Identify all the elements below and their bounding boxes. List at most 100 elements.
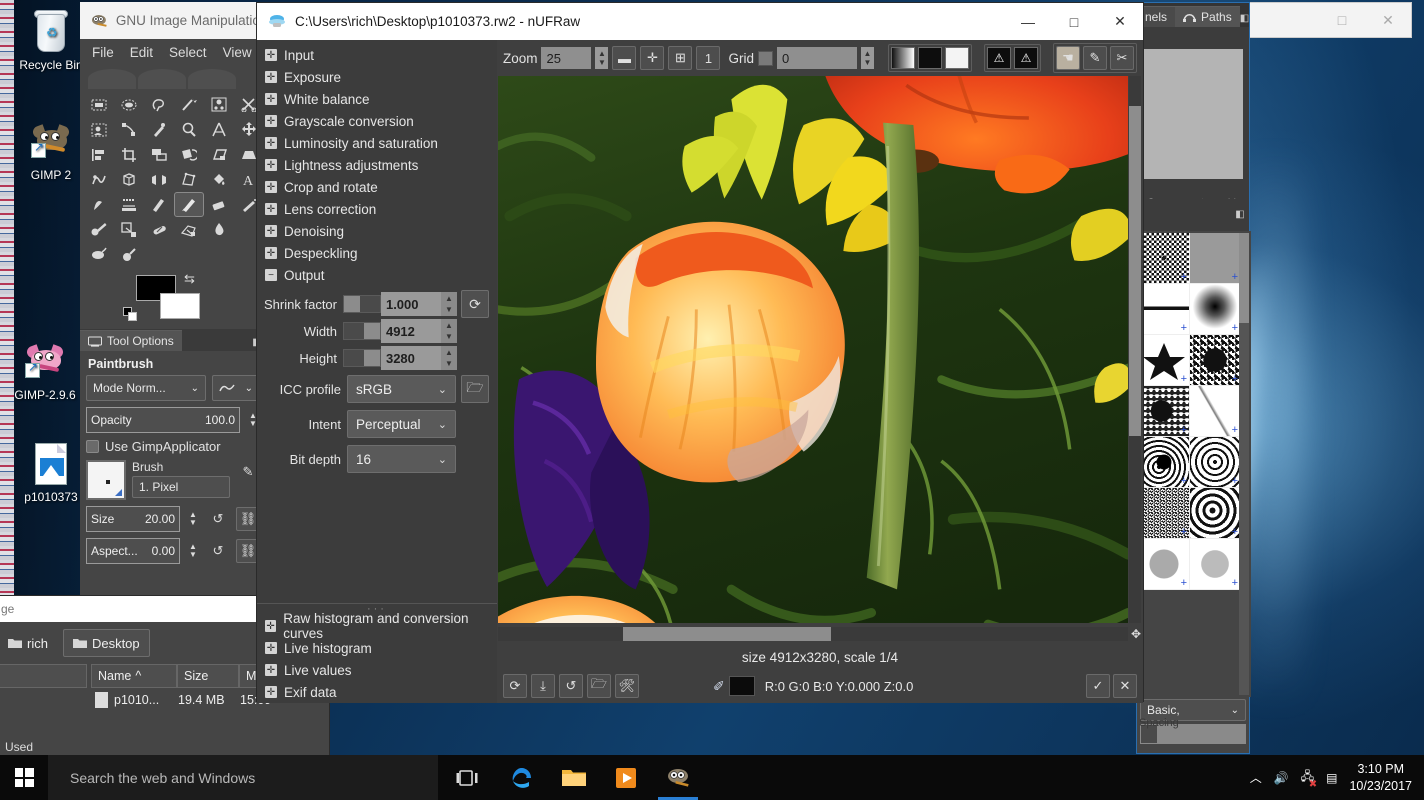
breadcrumb-desktop[interactable]: Desktop [62, 629, 150, 657]
preview-resize-handle[interactable]: ✥ [1129, 627, 1143, 641]
unified-transform-icon[interactable] [144, 142, 174, 167]
zoom-out-button[interactable]: ▬ [612, 46, 637, 70]
aspect-stepper[interactable]: ▲ ▼ [186, 543, 200, 559]
eraser-icon[interactable] [204, 192, 234, 217]
width-slider[interactable] [343, 322, 381, 340]
opacity-field[interactable]: Opacity 100.0 [86, 407, 240, 433]
brush-cell[interactable]: + [1190, 386, 1241, 437]
minimize-button[interactable]: — [1005, 3, 1051, 40]
free-select-icon[interactable] [144, 92, 174, 117]
3d-transform-icon[interactable] [114, 167, 144, 192]
brush-dynamics-select[interactable]: ⌄ [212, 375, 260, 401]
grid-checkbox[interactable] [758, 50, 773, 66]
brush-grid[interactable]: + + + + + + + + + + + + + + [1139, 233, 1241, 590]
reset-aspect-icon[interactable]: ↺ [206, 539, 230, 563]
zoom-stepper[interactable]: ▲ ▼ [595, 47, 609, 69]
column-size[interactable]: Size [177, 664, 239, 688]
action-center-icon[interactable]: ▤ [1326, 771, 1337, 785]
page-lightness-adjustments[interactable]: ✛ Lightness adjustments [261, 154, 497, 176]
background-color-swatch[interactable] [160, 293, 200, 319]
brush-cell[interactable]: + [1139, 386, 1190, 437]
brush-cell[interactable]: + [1139, 437, 1190, 488]
overexposure-warning-icon[interactable]: ⚠ [1014, 47, 1038, 69]
width-value[interactable]: 4912 [380, 319, 441, 343]
select-by-color-icon[interactable] [204, 92, 234, 117]
brush-cell[interactable]: + [1190, 335, 1241, 386]
page-luminosity-saturation[interactable]: ✛ Luminosity and saturation [261, 132, 497, 154]
brush-cell[interactable]: + [1139, 488, 1190, 539]
size-field[interactable]: Size 20.00 [86, 506, 180, 532]
icc-profile-select[interactable]: sRGB ⌄ [347, 375, 456, 403]
mypaint-brush-icon[interactable] [84, 217, 114, 242]
grid-stepper[interactable]: ▲ ▼ [861, 47, 874, 69]
brush-preview[interactable] [86, 460, 126, 500]
intent-select[interactable]: Perceptual ⌄ [347, 410, 456, 438]
bit-depth-select[interactable]: 16 ⌄ [347, 445, 456, 473]
dock-collapse-button[interactable]: ◧ [1231, 205, 1249, 223]
reset-size-icon[interactable]: ↺ [206, 507, 230, 531]
options-icon[interactable]: 🛠 [614, 674, 639, 698]
taskbar-edge[interactable] [496, 755, 548, 800]
crop-icon[interactable] [114, 142, 144, 167]
gradient-icon[interactable] [84, 192, 114, 217]
blur-sharpen-icon[interactable] [204, 217, 234, 242]
page-despeckling[interactable]: ✛ Despeckling [261, 242, 497, 264]
column-name[interactable]: Name ^ [91, 664, 177, 688]
aspect-field[interactable]: Aspect... 0.00 [86, 538, 180, 564]
paint-mode-select[interactable]: Mode Norm... ⌄ [86, 375, 206, 401]
zoom-icon[interactable] [174, 117, 204, 142]
height-stepper[interactable]: ▲ ▼ [440, 346, 457, 370]
gradient-swatch-icon[interactable] [891, 47, 915, 69]
page-lens-correction[interactable]: ✛ Lens correction [261, 198, 497, 220]
desktop-icon-p1010373[interactable]: p1010373 [12, 440, 90, 505]
white-balance-picker-icon[interactable]: ✎ [1083, 46, 1107, 70]
alignment-icon[interactable] [84, 142, 114, 167]
perspective-clone-icon[interactable] [174, 217, 204, 242]
preview-horizontal-scrollbar[interactable] [497, 627, 1128, 641]
desktop-icon-recycle-bin[interactable]: ♻ Recycle Bin [12, 8, 90, 73]
dock-menu-button[interactable]: ◧ [1240, 9, 1249, 27]
shrink-factor-value[interactable]: 1.000 [380, 292, 441, 316]
shear-icon[interactable] [204, 142, 234, 167]
taskbar-gimp[interactable] [652, 755, 704, 800]
task-view-button[interactable] [438, 755, 496, 800]
show-hidden-icons-icon[interactable]: ︿ [1250, 769, 1262, 786]
taskbar-file-explorer[interactable] [548, 755, 600, 800]
grid-value[interactable]: 0 [777, 47, 857, 69]
open-icon[interactable]: 🗁 [586, 674, 611, 698]
brush-cell[interactable]: + [1190, 488, 1241, 539]
zoom-value[interactable]: 25 [541, 47, 592, 69]
close-button[interactable]: ✕ [1097, 3, 1143, 40]
brush-cell[interactable]: + [1190, 437, 1241, 488]
search-input[interactable]: Search the web and Windows [48, 755, 438, 800]
reset-icon[interactable]: ⟳ [502, 674, 527, 698]
white-swatch-icon[interactable] [945, 47, 969, 69]
raw-preview-image[interactable] [497, 76, 1128, 623]
page-live-values[interactable]: ✛ Live values [261, 659, 497, 681]
brush-cell[interactable]: + [1190, 233, 1241, 284]
warp-icon[interactable] [84, 167, 114, 192]
zoom-in-button[interactable]: ✛ [640, 46, 665, 70]
fuzzy-select-icon[interactable] [174, 92, 204, 117]
shrink-factor-stepper[interactable]: ▲ ▼ [440, 292, 457, 316]
menu-file[interactable]: File [92, 45, 114, 60]
rect-select-icon[interactable] [84, 92, 114, 117]
maximize-button[interactable]: □ [1051, 3, 1097, 40]
page-output[interactable]: − Output [261, 264, 497, 286]
page-denoising[interactable]: ✛ Denoising [261, 220, 497, 242]
desktop-icon-gimp-296[interactable]: GIMP-2.9.6 [6, 338, 84, 403]
size-stepper[interactable]: ▲ ▼ [186, 511, 200, 527]
page-exposure[interactable]: ✛ Exposure [261, 66, 497, 88]
brush-cell[interactable]: + [1139, 284, 1190, 335]
height-slider[interactable] [343, 349, 381, 367]
clock[interactable]: 3:10 PM 10/23/2017 [1349, 761, 1412, 795]
preview-vertical-scrollbar[interactable] [1129, 76, 1141, 623]
reset-colors-icon[interactable] [123, 307, 137, 321]
paths-icon[interactable] [114, 117, 144, 142]
shrink-factor-slider[interactable] [343, 295, 381, 313]
save-icon[interactable]: ⤓ [530, 674, 555, 698]
ellipse-select-icon[interactable] [114, 92, 144, 117]
height-value[interactable]: 3280 [380, 346, 441, 370]
clone-icon[interactable] [114, 217, 144, 242]
measure-icon[interactable] [204, 117, 234, 142]
